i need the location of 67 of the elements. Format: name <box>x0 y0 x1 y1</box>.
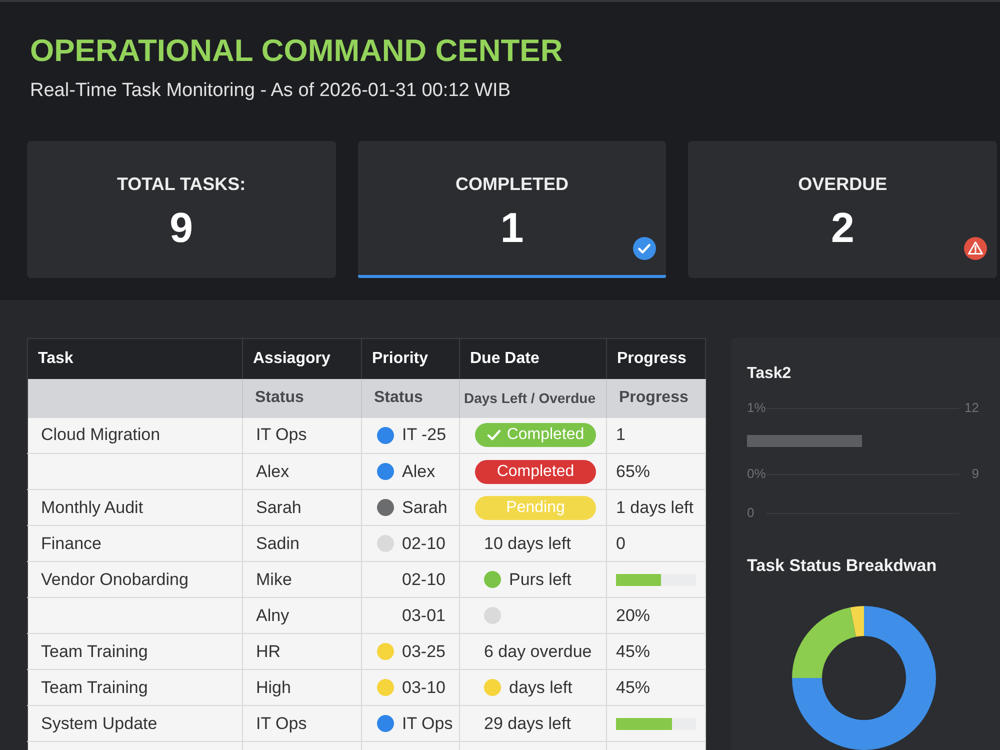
cell-text: 03-10 <box>402 678 446 698</box>
chart-title: Task2 <box>747 364 792 384</box>
column-header: Task <box>28 338 242 378</box>
alert-icon <box>964 237 987 260</box>
dashboard-title: OPERATIONAL COMMAND CENTER <box>30 33 563 69</box>
status-label: Completed <box>496 462 574 480</box>
table-cell: 20% <box>606 598 706 634</box>
dashboard-subtitle: Real-Time Task Monitoring - As of 2026-01-31 00:12 WIB <box>30 80 511 102</box>
check-circle-icon <box>633 237 656 260</box>
table-cell: 1 <box>606 418 706 454</box>
cell-text: days left <box>509 678 572 698</box>
status-label: Completed <box>506 426 584 444</box>
cell-text: 03-01 <box>402 606 446 626</box>
table-cell: 45% <box>606 670 706 706</box>
table-cell: Monthly Audit <box>28 490 242 526</box>
table-cell: 65% <box>606 454 706 490</box>
table-cell: 45% <box>606 634 706 670</box>
table-cell: Mike <box>242 562 362 598</box>
table-cell: 29 days left <box>460 706 606 742</box>
table-cell: IT Ops <box>242 418 362 454</box>
table-cell: 10 days left <box>460 526 606 562</box>
table-cell: IT Ops <box>242 706 362 742</box>
stat-value: 1 <box>500 206 524 250</box>
stat-label: COMPLETED <box>455 174 568 194</box>
check-icon <box>486 429 501 442</box>
column-header: Priority <box>362 338 460 378</box>
column-header: Due Date <box>460 338 606 378</box>
stat-value: 2 <box>830 206 854 250</box>
table-cell: Sarah <box>242 490 362 526</box>
table-cell: 1 days left <box>606 490 706 526</box>
axis-label: 0% <box>747 466 766 482</box>
table-cell: Team Training <box>28 670 242 706</box>
chart-title: Task Status Breakdwan <box>747 555 937 577</box>
table-cell: Alex <box>242 454 362 490</box>
table-cell: Cloud Migration <box>28 418 242 454</box>
cell-text: 02-10 <box>402 534 446 554</box>
cell-text: 02-10 <box>402 570 446 590</box>
column-subheader: Status <box>362 378 460 418</box>
table-cell: System Update <box>28 706 242 742</box>
stat-label: OVERDUE <box>798 174 888 194</box>
column-subheader: Days Left / Overdue <box>460 378 606 418</box>
cell-text: IT -25 <box>402 425 446 446</box>
table-cell: Vendor Onobarding <box>28 562 242 598</box>
stat-value: 9 <box>170 206 193 250</box>
table-cell: High <box>242 670 362 706</box>
table-cell: Sadin <box>242 526 362 562</box>
table-cell: Alny <box>242 598 362 634</box>
cell-text: 03-25 <box>402 642 446 662</box>
column-header: Assiagory <box>242 338 362 378</box>
table-cell: HR <box>242 634 362 670</box>
column-subheader: Status <box>242 378 362 418</box>
axis-label: 1% <box>747 400 766 416</box>
table-cell: Team Training <box>28 634 242 670</box>
status-label: Pending <box>506 498 565 516</box>
table-cell: Finance <box>28 526 242 562</box>
cell-text: Alex <box>402 462 436 482</box>
axis-label: 12 <box>964 400 979 416</box>
column-subheader: Progress <box>606 378 706 418</box>
table-cell: 0 <box>606 526 706 562</box>
cell-text: IT Ops <box>402 714 453 734</box>
column-header: Progress <box>606 338 706 378</box>
table-cell: 6 day overdue <box>460 634 606 670</box>
cell-text: Sarah <box>402 498 448 518</box>
stat-label: TOTAL TASKS: <box>116 174 246 194</box>
axis-label: 9 <box>972 466 979 482</box>
axis-label: 0 <box>747 505 754 521</box>
cell-text: Purs left <box>509 570 572 590</box>
